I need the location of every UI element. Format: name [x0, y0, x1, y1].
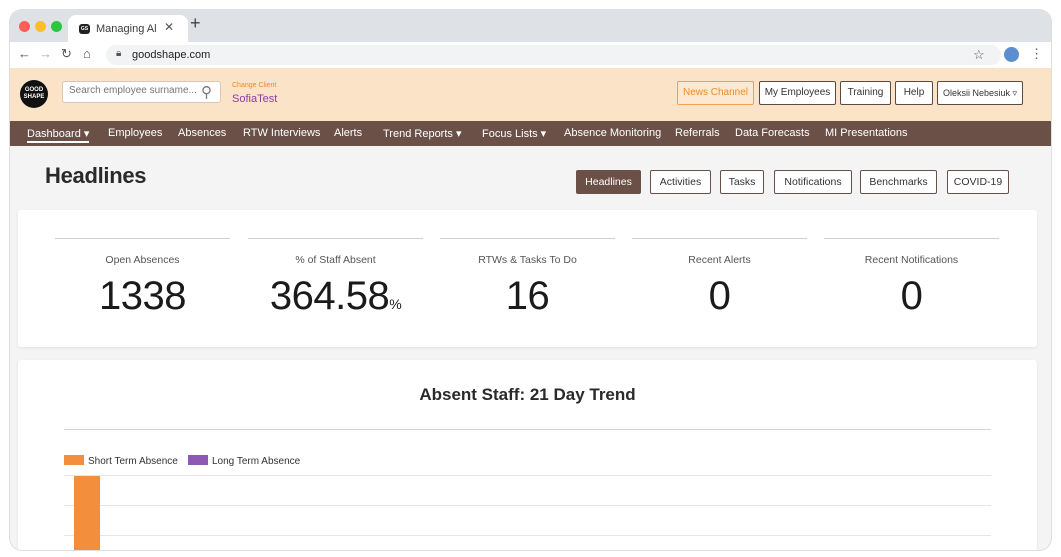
address-bar-row: ← → ↻ ⌂ 🔒︎ goodshape.com ☆ ⋮ — [10, 42, 1051, 69]
goodshape-logo[interactable]: GOOD SHAPE — [20, 80, 48, 108]
legend-label: Long Term Absence — [212, 456, 301, 467]
my-employees-button[interactable]: My Employees — [759, 81, 836, 105]
client-name: SofiaTest — [232, 93, 278, 105]
chart-bar-short-term[interactable] — [74, 476, 100, 550]
headline-stats-card: Open Absences 1338 % of Staff Absent 364… — [18, 210, 1037, 347]
stat-label: Recent Alerts — [688, 254, 751, 266]
subtab-notifications[interactable]: Notifications — [774, 170, 852, 194]
change-client-link[interactable]: Change Client — [232, 82, 276, 89]
stat-label: Recent Notifications — [864, 254, 959, 266]
subtab-benchmarks[interactable]: Benchmarks — [860, 170, 937, 194]
legend-swatch-long-term — [188, 455, 208, 465]
employee-search: ⚲ — [62, 81, 221, 103]
minimize-window-button[interactable] — [35, 21, 46, 32]
subtab-activities[interactable]: Activities — [650, 170, 711, 194]
legend-label: Short Term Absence — [88, 456, 178, 467]
stat-divider — [440, 238, 615, 239]
menu-item-alerts[interactable]: Alerts — [334, 127, 362, 139]
menu-item-data-forecasts[interactable]: Data Forecasts — [735, 127, 810, 139]
legend-item-short-term[interactable]: Short Term Absence — [64, 455, 178, 467]
profile-avatar[interactable] — [1004, 47, 1019, 62]
menu-item-absence-monitoring[interactable]: Absence Monitoring — [564, 127, 661, 139]
new-tab-icon[interactable]: + — [190, 13, 201, 34]
menu-item-employees[interactable]: Employees — [108, 127, 162, 139]
stat-staff-absent[interactable]: % of Staff Absent 364.58% — [248, 238, 423, 319]
stat-label: % of Staff Absent — [295, 254, 376, 266]
stat-divider — [248, 238, 423, 239]
user-menu-button[interactable]: Oleksii Nebesiuk ▿ — [937, 81, 1023, 105]
lock-icon: 🔒︎ — [116, 48, 122, 59]
subtab-covid-19[interactable]: COVID-19 — [947, 170, 1009, 194]
stat-divider — [632, 238, 807, 239]
maximize-window-button[interactable] — [51, 21, 62, 32]
stat-recent-alerts[interactable]: Recent Alerts 0 — [632, 238, 807, 319]
logo-text-line1: GOOD — [24, 87, 44, 93]
stat-divider — [55, 238, 230, 239]
back-icon[interactable]: ← — [18, 46, 31, 61]
legend-swatch-short-term — [64, 455, 84, 465]
close-window-button[interactable] — [19, 21, 30, 32]
menu-item-referrals[interactable]: Referrals — [675, 127, 720, 139]
subtab-tasks[interactable]: Tasks — [720, 170, 764, 194]
menu-item-trend-reports[interactable]: Trend Reports ▾ — [383, 127, 461, 140]
chart-gridline — [64, 475, 991, 476]
main-menu: Dashboard ▾ Employees Absences RTW Inter… — [10, 121, 1051, 146]
stat-value: 16 — [505, 274, 550, 318]
app-header: GOOD SHAPE ⚲ Change Client SofiaTest New… — [10, 68, 1051, 121]
search-icon[interactable]: ⚲ — [201, 83, 212, 101]
browser-tab[interactable]: GS Managing Al ✕ — [68, 15, 188, 42]
stat-value: 364.58% — [269, 274, 402, 318]
stat-open-absences[interactable]: Open Absences 1338 — [55, 238, 230, 319]
logo-text-line2: SHAPE — [23, 94, 45, 100]
bookmark-star-icon[interactable]: ☆ — [973, 47, 985, 63]
page-title: Headlines — [45, 163, 147, 188]
tab-strip: GS Managing Al ✕ + — [10, 10, 1051, 42]
tab-title: Managing Al — [96, 23, 157, 35]
chart-gridline — [64, 505, 991, 506]
stat-divider — [824, 238, 999, 239]
browser-window: GS Managing Al ✕ + ← → ↻ ⌂ 🔒︎ goodshape.… — [10, 10, 1051, 550]
subtab-headlines[interactable]: Headlines — [576, 170, 641, 194]
trend-chart-card: Absent Staff: 21 Day Trend Short Term Ab… — [18, 360, 1037, 550]
menu-item-mi-presentations[interactable]: MI Presentations — [825, 127, 908, 139]
chart-gridline — [64, 535, 991, 536]
tab-favicon: GS — [79, 24, 90, 34]
more-menu-icon[interactable]: ⋮ — [1030, 46, 1043, 62]
forward-icon[interactable]: → — [39, 46, 52, 61]
stat-value: 1338 — [99, 274, 186, 318]
stat-value: 0 — [708, 274, 731, 318]
chart-title-divider — [64, 429, 991, 430]
stat-recent-notifications[interactable]: Recent Notifications 0 — [824, 238, 999, 319]
help-button[interactable]: Help — [895, 81, 933, 105]
training-button[interactable]: Training — [840, 81, 891, 105]
home-icon[interactable]: ⌂ — [83, 46, 91, 61]
stat-value: 0 — [900, 274, 923, 318]
stat-rtws-tasks[interactable]: RTWs & Tasks To Do 16 — [440, 238, 615, 319]
news-channel-button[interactable]: News Channel — [677, 81, 754, 105]
menu-item-focus-lists[interactable]: Focus Lists ▾ — [482, 127, 546, 140]
employee-search-input[interactable] — [69, 85, 197, 96]
stat-label: RTWs & Tasks To Do — [478, 254, 577, 266]
close-tab-icon[interactable]: ✕ — [164, 20, 174, 34]
stat-label: Open Absences — [105, 254, 180, 266]
url-text: goodshape.com — [132, 49, 211, 61]
legend-item-long-term[interactable]: Long Term Absence — [188, 455, 300, 467]
chart-title: Absent Staff: 21 Day Trend — [419, 385, 636, 404]
reload-icon[interactable]: ↻ — [61, 46, 72, 62]
url-field[interactable]: 🔒︎ goodshape.com — [106, 45, 1001, 65]
menu-item-dashboard[interactable]: Dashboard ▾ — [27, 127, 90, 143]
menu-item-absences[interactable]: Absences — [178, 127, 226, 139]
menu-item-rtw-interviews[interactable]: RTW Interviews — [243, 127, 320, 139]
